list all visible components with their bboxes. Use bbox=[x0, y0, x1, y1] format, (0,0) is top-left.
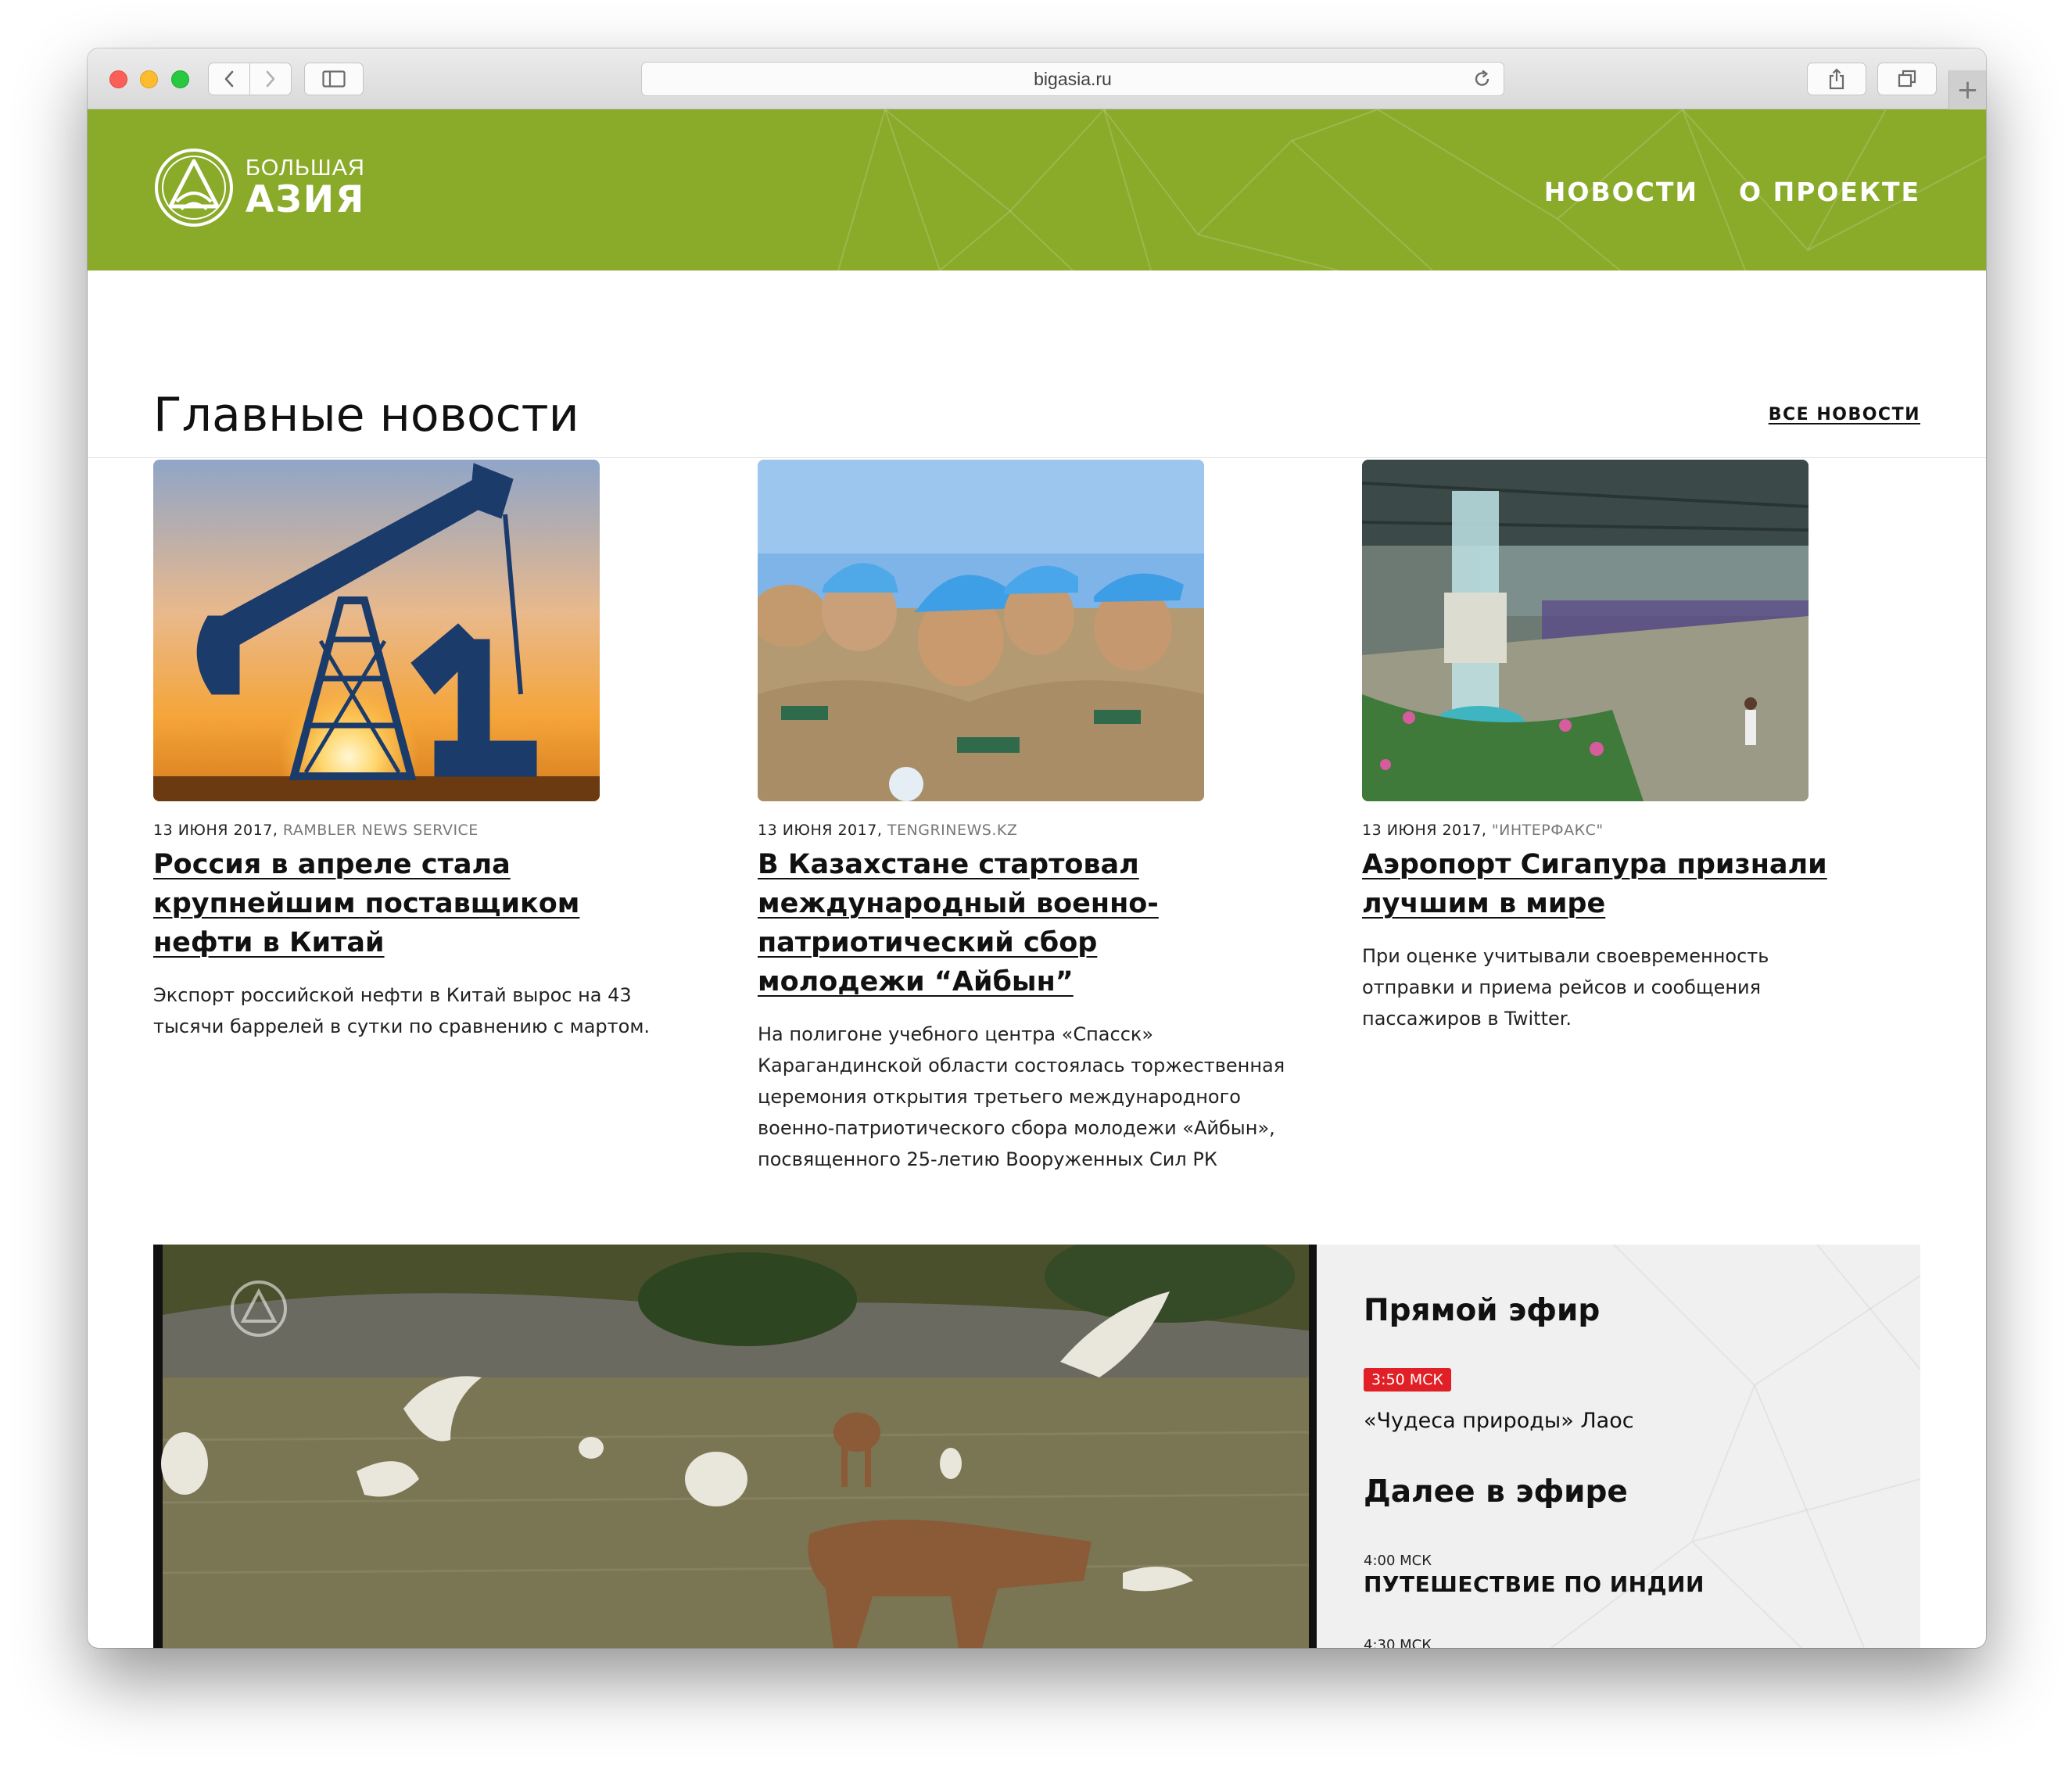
news-image-oil-pump[interactable] bbox=[153, 460, 600, 801]
logo-text-bottom: АЗИЯ bbox=[246, 178, 366, 221]
main-nav: НОВОСТИ О ПРОЕКТЕ bbox=[1544, 177, 1920, 207]
address-bar[interactable]: bigasia.ru bbox=[641, 62, 1504, 96]
schedule-program[interactable]: ПУТЕШЕСТВИЕ ПО ИНДИИ bbox=[1364, 1571, 1705, 1597]
news-date: 13 ИЮНЯ 2017, bbox=[1362, 822, 1487, 839]
page-title: Главные новости bbox=[153, 388, 579, 442]
news-image-cadets[interactable] bbox=[758, 460, 1204, 801]
new-tab-button[interactable]: + bbox=[1948, 70, 1986, 109]
minimize-window-button[interactable] bbox=[140, 70, 158, 88]
browser-toolbar: bigasia.ru + bbox=[88, 48, 1986, 109]
live-schedule-panel: Прямой эфир 3:50 МСК «Чудеса природы» Ла… bbox=[1317, 1245, 1920, 1648]
news-excerpt: На полигоне учебного центра «Спасск» Кар… bbox=[758, 1023, 1285, 1170]
schedule-time: 4:30 МСК bbox=[1364, 1637, 1432, 1648]
back-button[interactable] bbox=[208, 63, 250, 95]
news-card: 13 ИЮНЯ 2017, "ИНТЕРФАКС" Аэропорт Сигап… bbox=[1362, 460, 1925, 1034]
news-date: 13 ИЮНЯ 2017, bbox=[153, 822, 278, 839]
chevron-right-icon bbox=[266, 70, 275, 88]
live-title: Прямой эфир bbox=[1364, 1293, 1601, 1328]
close-window-button[interactable] bbox=[109, 70, 127, 88]
nav-link-news[interactable]: НОВОСТИ bbox=[1544, 177, 1698, 207]
tabs-overview-button[interactable] bbox=[1877, 63, 1937, 95]
logo-text-top: БОЛЬШАЯ bbox=[246, 156, 365, 181]
chevron-left-icon bbox=[224, 70, 234, 88]
forward-button[interactable] bbox=[249, 63, 292, 95]
browser-window: bigasia.ru + БОЛЬШАЯ АЗИЯ НОВОСТИ О ПРОЕ… bbox=[88, 48, 1986, 1648]
news-source: "ИНТЕРФАКС" bbox=[1491, 822, 1604, 839]
top-news-header: Главные новости ВСЕ НОВОСТИ bbox=[88, 270, 1986, 458]
zoom-window-button[interactable] bbox=[171, 70, 189, 88]
sidebar-icon bbox=[322, 70, 346, 88]
news-source: TENGRINEWS.KZ bbox=[887, 822, 1018, 839]
reload-button[interactable] bbox=[1472, 69, 1493, 94]
site-header: БОЛЬШАЯ АЗИЯ НОВОСТИ О ПРОЕКТЕ bbox=[88, 109, 1986, 270]
site-logo[interactable]: БОЛЬШАЯ АЗИЯ bbox=[153, 147, 365, 228]
reload-icon bbox=[1475, 70, 1489, 86]
news-image-airport[interactable] bbox=[1362, 460, 1809, 801]
video-player[interactable] bbox=[153, 1245, 1317, 1648]
news-excerpt: При оценке учитывали своевременность отп… bbox=[1362, 945, 1769, 1030]
sidebar-toggle-button[interactable] bbox=[304, 63, 364, 95]
live-time-badge: 3:50 МСК bbox=[1364, 1368, 1451, 1392]
share-icon bbox=[1829, 68, 1844, 90]
schedule-time: 4:00 МСК bbox=[1364, 1553, 1432, 1569]
nav-link-about[interactable]: О ПРОЕКТЕ bbox=[1739, 177, 1920, 207]
news-title-link[interactable]: Аэропорт Сигапура признали лучшим в мире bbox=[1362, 845, 1894, 923]
news-date: 13 ИЮНЯ 2017, bbox=[758, 822, 883, 839]
plus-icon: + bbox=[1956, 74, 1979, 106]
news-source: RAMBLER NEWS SERVICE bbox=[282, 822, 479, 839]
next-on-air-title: Далее в эфире bbox=[1364, 1474, 1628, 1510]
news-title-link[interactable]: Россия в апреле стала крупнейшим поставщ… bbox=[153, 845, 661, 962]
share-button[interactable] bbox=[1807, 63, 1866, 95]
tabs-icon bbox=[1898, 70, 1916, 88]
news-card: 13 ИЮНЯ 2017, RAMBLER NEWS SERVICE Росси… bbox=[153, 460, 716, 1042]
news-card: 13 ИЮНЯ 2017, TENGRINEWS.KZ В Казахстане… bbox=[758, 460, 1321, 1175]
logo-emblem-icon bbox=[155, 149, 233, 227]
url-text: bigasia.ru bbox=[1034, 68, 1112, 89]
news-excerpt: Экспорт российской нефти в Китай вырос н… bbox=[153, 984, 651, 1037]
all-news-link[interactable]: ВСЕ НОВОСТИ bbox=[1769, 405, 1920, 424]
live-program-now[interactable]: «Чудеса природы» Лаос bbox=[1364, 1409, 1634, 1433]
video-frame bbox=[153, 1245, 1317, 1648]
news-title-link[interactable]: В Казахстане стартовал международный вое… bbox=[758, 845, 1227, 1001]
